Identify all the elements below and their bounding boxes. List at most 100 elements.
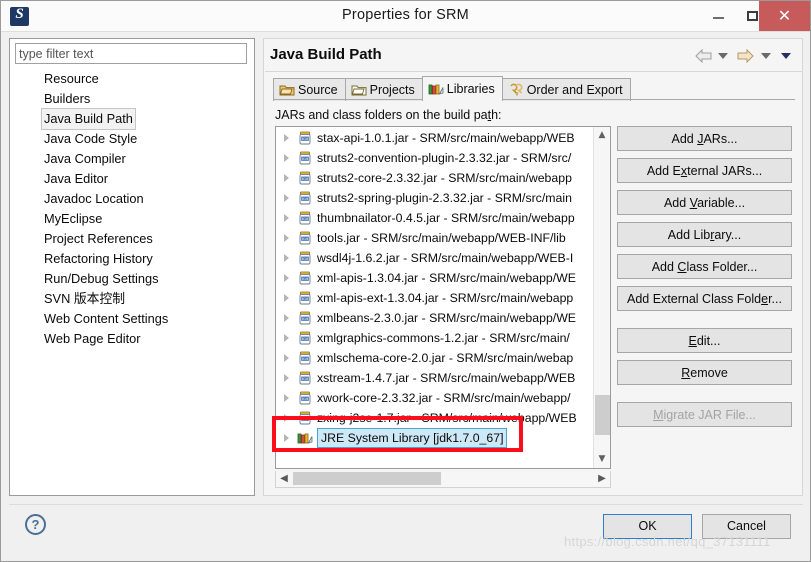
expand-twisty-icon[interactable] <box>284 194 289 202</box>
sidebar-item[interactable]: Java Editor <box>10 169 254 189</box>
forward-arrow-icon[interactable] <box>737 48 755 63</box>
build-path-entry-label: stax-api-1.0.1.jar - SRM/src/main/webapp… <box>317 131 575 145</box>
expand-twisty-icon[interactable] <box>284 234 289 242</box>
build-path-entry[interactable]: 010 xml-apis-1.3.04.jar - SRM/src/main/we… <box>276 268 593 288</box>
sidebar-item[interactable]: Java Build Path <box>10 108 254 130</box>
cancel-button[interactable]: Cancel <box>702 514 791 539</box>
build-path-entry[interactable]: 010 struts2-spring-plugin-2.3.32.jar - SR… <box>276 188 593 208</box>
tab-order-and-export[interactable]: Order and Export <box>501 78 631 101</box>
add-external-jars-button[interactable]: Add External JARs... <box>617 158 792 183</box>
jar-icon: 010 <box>299 371 311 385</box>
expand-twisty-icon[interactable] <box>284 414 289 422</box>
build-path-entry[interactable]: JRE System Library [jdk1.7.0_67] <box>276 428 593 448</box>
build-path-entry[interactable]: 010 thumbnailator-0.4.5.jar - SRM/src/mai… <box>276 208 593 228</box>
tab-libraries[interactable]: Libraries <box>421 76 503 101</box>
sidebar-item[interactable]: MyEclipse <box>10 209 254 229</box>
button-label-post: ARs... <box>703 132 738 146</box>
sidebar-item[interactable]: Java Compiler <box>10 149 254 169</box>
build-path-entry-label: struts2-core-2.3.32.jar - SRM/src/main/w… <box>317 171 572 185</box>
forward-menu-chevron-down-icon[interactable] <box>760 52 771 59</box>
expand-twisty-icon[interactable] <box>284 134 289 142</box>
build-path-entry[interactable]: 010 xmlbeans-2.3.0.jar - SRM/src/main/web… <box>276 308 593 328</box>
svg-text:010: 010 <box>302 357 309 361</box>
filter-input[interactable] <box>15 43 247 64</box>
expand-twisty-icon[interactable] <box>284 434 289 442</box>
tab-source[interactable]: Source <box>273 78 346 101</box>
jars-label-post: h: <box>491 108 502 122</box>
build-path-entry[interactable]: 010 xwork-core-2.3.32.jar - SRM/src/main/… <box>276 388 593 408</box>
button-label-post: emove <box>690 366 728 380</box>
build-path-entry[interactable]: 010 xml-apis-ext-1.3.04.jar - SRM/src/mai… <box>276 288 593 308</box>
build-path-entry[interactable]: 010 stax-api-1.0.1.jar - SRM/src/main/web… <box>276 128 593 148</box>
expand-twisty-icon[interactable] <box>284 294 289 302</box>
button-label-post: dit... <box>696 334 721 348</box>
build-path-entry[interactable]: 010 struts2-convention-plugin-2.3.32.jar … <box>276 148 593 168</box>
build-path-entry[interactable]: 010 zxing-j2se-1.7.jar - SRM/src/main/web… <box>276 408 593 428</box>
expand-twisty-icon[interactable] <box>284 274 289 282</box>
jars-list-label: JARs and class folders on the build path… <box>275 108 502 122</box>
add-variable-button[interactable]: Add Variable... <box>617 190 792 215</box>
build-path-entry[interactable]: 010 xmlgraphics-commons-1.2.jar - SRM/src… <box>276 328 593 348</box>
sidebar-item[interactable]: Refactoring History <box>10 249 254 269</box>
settings-tree: Resource Builders Java Build Path Java Code… <box>10 69 254 349</box>
expand-twisty-icon[interactable] <box>284 154 289 162</box>
sidebar-item[interactable]: Resource <box>10 69 254 89</box>
build-path-list[interactable]: 010 stax-api-1.0.1.jar - SRM/src/main/web… <box>275 126 611 469</box>
build-path-entry[interactable]: 010 xstream-1.4.7.jar - SRM/src/main/weba… <box>276 368 593 388</box>
list-vertical-scrollbar[interactable]: ▲ ▼ <box>593 127 610 468</box>
vertical-scroll-thumb[interactable] <box>595 395 610 435</box>
button-label-post: r... <box>768 292 782 306</box>
button-mnemonic: R <box>681 366 691 380</box>
jar-icon: 010 <box>299 331 311 345</box>
add-external-class-folder-button[interactable]: Add External Class Folder... <box>617 286 792 311</box>
build-path-entry-label: thumbnailator-0.4.5.jar - SRM/src/main/w… <box>317 211 575 225</box>
sidebar-item[interactable]: Run/Debug Settings <box>10 269 254 289</box>
properties-dialog: S Properties for SRM ✕ Resource Builders J… <box>0 0 811 562</box>
ok-button[interactable]: OK <box>603 514 692 539</box>
chevron-right-icon[interactable]: ▶ <box>594 471 610 486</box>
build-path-entry[interactable]: 010 tools.jar - SRM/src/main/webapp/WEB-I… <box>276 228 593 248</box>
svg-text:010: 010 <box>302 177 309 181</box>
expand-twisty-icon[interactable] <box>284 334 289 342</box>
expand-twisty-icon[interactable] <box>284 254 289 262</box>
sidebar-item[interactable]: Web Page Editor <box>10 329 254 349</box>
sidebar-item[interactable]: Java Code Style <box>10 129 254 149</box>
horizontal-scroll-thumb[interactable] <box>293 472 441 485</box>
expand-twisty-icon[interactable] <box>284 174 289 182</box>
list-horizontal-scrollbar[interactable]: ◀ ▶ <box>275 471 611 488</box>
chevron-up-icon[interactable]: ▲ <box>594 127 610 144</box>
expand-twisty-icon[interactable] <box>284 214 289 222</box>
expand-twisty-icon[interactable] <box>284 374 289 382</box>
expand-twisty-icon[interactable] <box>284 354 289 362</box>
tab-label: Order and Export <box>526 83 623 97</box>
sidebar-item[interactable]: Javadoc Location <box>10 189 254 209</box>
close-button[interactable]: ✕ <box>759 1 810 31</box>
build-path-entry[interactable]: 010 xmlschema-core-2.0.jar - SRM/src/main… <box>276 348 593 368</box>
add-jars-button[interactable]: Add JARs... <box>617 126 792 151</box>
build-path-entry[interactable]: 010 wsdl4j-1.6.2.jar - SRM/src/main/webap… <box>276 248 593 268</box>
chevron-left-icon[interactable]: ◀ <box>276 471 292 486</box>
build-path-entry-label: xml-apis-1.3.04.jar - SRM/src/main/webap… <box>317 271 576 285</box>
view-menu-chevron-down-icon[interactable] <box>781 52 791 59</box>
expand-twisty-icon[interactable] <box>284 314 289 322</box>
back-arrow-icon[interactable] <box>694 48 712 63</box>
edit-button[interactable]: Edit... <box>617 328 792 353</box>
add-library-button[interactable]: Add Library... <box>617 222 792 247</box>
back-menu-chevron-down-icon[interactable] <box>717 52 728 59</box>
add-class-folder-button[interactable]: Add Class Folder... <box>617 254 792 279</box>
sidebar-item[interactable]: SVN 版本控制 <box>10 289 254 309</box>
build-path-entry[interactable]: 010 struts2-core-2.3.32.jar - SRM/src/mai… <box>276 168 593 188</box>
svg-text:010: 010 <box>302 277 309 281</box>
chevron-down-icon[interactable]: ▼ <box>594 451 610 468</box>
remove-button[interactable]: Remove <box>617 360 792 385</box>
help-question-icon[interactable]: ? <box>25 514 46 535</box>
sidebar-item[interactable]: Project References <box>10 229 254 249</box>
expand-twisty-icon[interactable] <box>284 394 289 402</box>
tab-projects[interactable]: Projects <box>344 78 423 101</box>
button-label-post: igrate JAR File... <box>663 408 756 422</box>
tab-label: Projects <box>369 83 415 97</box>
jar-icon: 010 <box>299 191 311 205</box>
sidebar-item[interactable]: Web Content Settings <box>10 309 254 329</box>
sidebar-item[interactable]: Builders <box>10 89 254 109</box>
jar-icon: 010 <box>299 171 311 185</box>
